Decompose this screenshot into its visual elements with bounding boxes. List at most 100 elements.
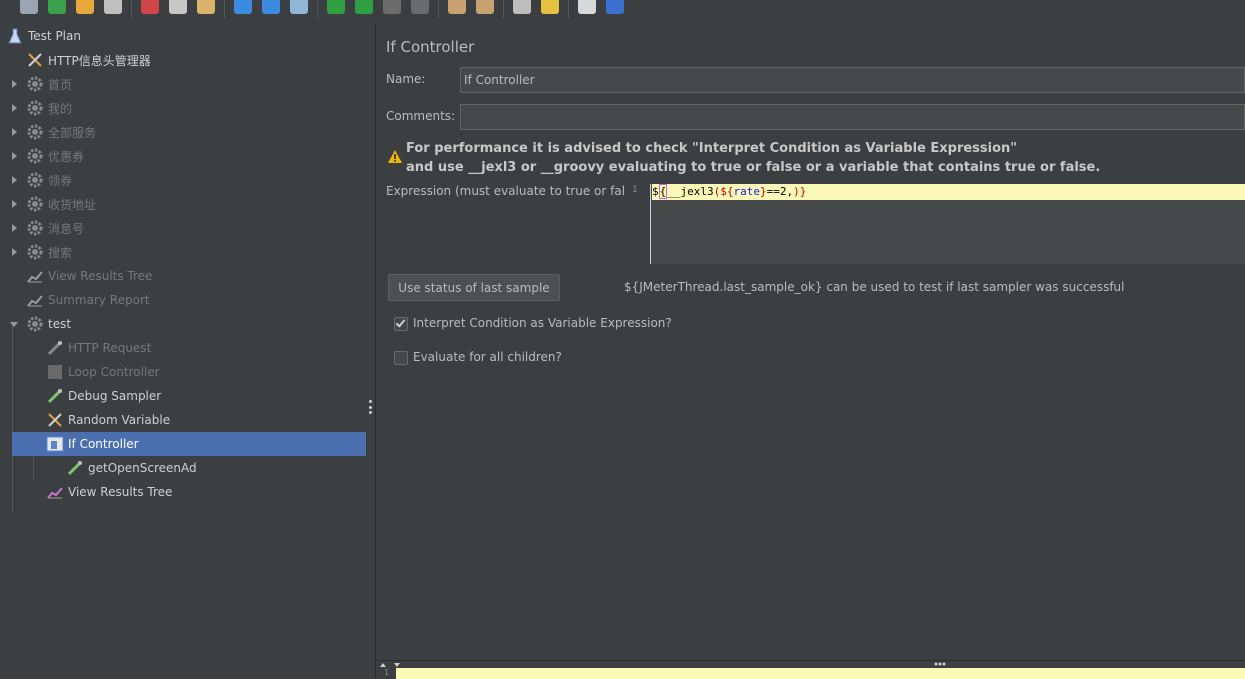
start-no-pause-icon (355, 0, 373, 14)
expand-arrow-icon[interactable] (12, 152, 17, 160)
tree-node[interactable]: 我的 (26, 96, 72, 120)
evaluate-all-children-label[interactable]: Evaluate for all children? (413, 350, 562, 364)
open-button[interactable] (43, 0, 71, 20)
tree-node[interactable]: 全部服务 (26, 120, 96, 144)
expression-code-line[interactable]: ${__jexl3(${rate}==2,)} (652, 184, 1245, 200)
tree-node-label: HTTP信息头管理器 (48, 53, 151, 68)
tree-node-label: 我的 (48, 101, 73, 116)
check-mark-icon (395, 317, 406, 328)
expand-arrow-icon[interactable] (12, 104, 17, 112)
save-button[interactable] (99, 0, 127, 20)
code-compare: ==2, (766, 185, 794, 198)
expand-arrow-icon[interactable] (12, 128, 17, 136)
tree-node[interactable]: View Results Tree (46, 480, 172, 504)
expression-label: Expression (must evaluate to true or fal… (386, 184, 644, 198)
toggle-button[interactable] (285, 0, 313, 20)
tree-node[interactable]: 领券 (26, 168, 72, 192)
collapse-arrow-icon[interactable] (10, 322, 18, 327)
tree-node[interactable]: Debug Sampler (46, 384, 161, 408)
clear-all-button[interactable] (471, 0, 499, 20)
expand-arrow-icon[interactable] (12, 80, 17, 88)
comments-label: Comments: (386, 109, 456, 123)
expand-arrow-icon[interactable] (12, 248, 17, 256)
log-viewer[interactable]: 1 (376, 668, 1245, 679)
clear-all-icon (476, 0, 494, 14)
code-dollar: $ (652, 185, 659, 198)
shutdown-button[interactable] (406, 0, 434, 20)
gear-icon (26, 243, 44, 261)
tree-node[interactable]: Random Variable (46, 408, 170, 432)
tree-node[interactable]: View Results Tree (26, 264, 152, 288)
expand-arrow-icon[interactable] (12, 176, 17, 184)
tree-node[interactable]: getOpenScreenAd (66, 456, 197, 480)
toolbar-separator (438, 0, 439, 18)
tree-node[interactable]: If Controller (12, 432, 366, 456)
name-field[interactable]: If Controller (460, 67, 1245, 93)
tree-node-label: 收货地址 (48, 197, 97, 212)
paste-button[interactable] (192, 0, 220, 20)
name-label: Name: (386, 72, 426, 86)
tree-node-label: 优惠券 (48, 149, 85, 164)
function-helper-button[interactable] (573, 0, 601, 20)
toolbar-separator (503, 0, 504, 18)
test-plan-tree: Test Plan HTTP信息头管理器首页我的全部服务优惠券领券收货地址消息号搜… (0, 24, 366, 679)
code-var-close: } (759, 185, 767, 198)
gear-icon (26, 219, 44, 237)
log-grip-icon[interactable] (934, 662, 946, 666)
tree-node-label: Test Plan (28, 29, 81, 43)
interpret-condition-label[interactable]: Interpret Condition as Variable Expressi… (413, 316, 672, 330)
tree-node[interactable]: HTTP Request (46, 336, 151, 360)
tree-guide-line (12, 322, 13, 512)
search-button[interactable] (508, 0, 536, 20)
tree-node[interactable]: test (26, 312, 71, 336)
folder-icon (76, 0, 94, 14)
expand-arrow-icon[interactable] (12, 200, 17, 208)
toggle-icon (290, 0, 308, 14)
tools-icon (26, 51, 44, 69)
stop-button[interactable] (378, 0, 406, 20)
tree-node-label: View Results Tree (68, 485, 173, 499)
folder-button[interactable] (71, 0, 99, 20)
stop-icon (383, 0, 401, 14)
warning-line-1: For performance it is advised to check "… (406, 141, 1018, 156)
evaluate-all-children-checkbox[interactable] (394, 351, 408, 365)
collapse-icon (262, 0, 280, 14)
splitter-grip-icon[interactable] (369, 400, 372, 414)
save-icon (104, 0, 122, 14)
copy-button[interactable] (164, 0, 192, 20)
chart-icon (46, 483, 64, 501)
clear-button[interactable] (443, 0, 471, 20)
code-brace-close: } (799, 185, 807, 198)
tree-node[interactable]: Loop Controller (46, 360, 160, 384)
help-button[interactable] (601, 0, 629, 20)
expand-arrow-icon[interactable] (12, 224, 17, 232)
tree-node[interactable]: Summary Report (26, 288, 150, 312)
tree-node[interactable]: 首页 (26, 72, 72, 96)
expression-editor[interactable]: 1 ${__jexl3(${rate}==2,)} (624, 184, 1245, 264)
if-controller-icon (46, 435, 64, 453)
splitter[interactable] (366, 24, 376, 679)
editor-gutter: 1 (624, 184, 651, 264)
tree-node[interactable]: HTTP信息头管理器 (26, 48, 151, 72)
pipette-icon (46, 339, 64, 357)
tree-node[interactable]: Test Plan (6, 24, 81, 48)
templates-button[interactable] (15, 0, 43, 20)
tree-node-label: If Controller (68, 437, 139, 451)
tree-node[interactable]: 优惠券 (26, 144, 84, 168)
interpret-condition-checkbox[interactable] (394, 317, 408, 331)
search-icon (513, 0, 531, 14)
start-button[interactable] (322, 0, 350, 20)
tree-node[interactable]: 收货地址 (26, 192, 96, 216)
reset-search-button[interactable] (536, 0, 564, 20)
tree-node[interactable]: 消息号 (26, 216, 84, 240)
comments-field[interactable] (460, 104, 1245, 130)
start-no-pause-button[interactable] (350, 0, 378, 20)
cut-button[interactable] (136, 0, 164, 20)
code-brace-cursor: { (658, 184, 668, 199)
use-status-of-last-sample-button[interactable]: Use status of last sample (388, 274, 560, 301)
expand-button[interactable] (229, 0, 257, 20)
tree-node-label: 全部服务 (48, 125, 97, 140)
tree-node[interactable]: 搜索 (26, 240, 72, 264)
collapse-button[interactable] (257, 0, 285, 20)
pipette-icon (66, 459, 84, 477)
